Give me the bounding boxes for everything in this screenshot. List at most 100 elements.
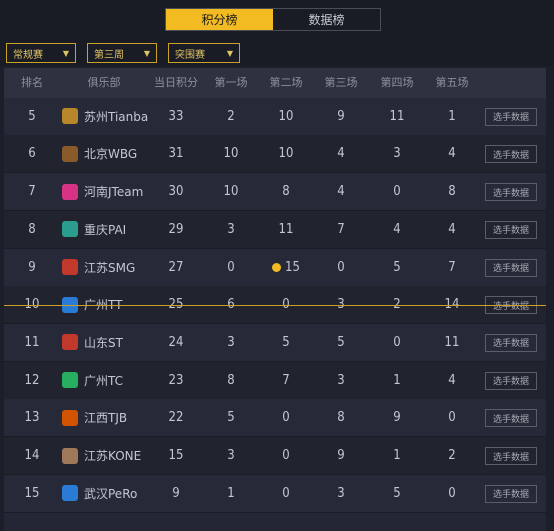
filter-bar <box>0 38 554 66</box>
tab-points[interactable]: 积分榜 <box>166 9 273 30</box>
team-name: 武汉PeRo <box>84 486 138 501</box>
week-label: 第三周 <box>94 49 124 61</box>
tab-data[interactable]: 数据榜 <box>273 9 380 30</box>
cell-g3: 9 <box>337 108 345 124</box>
team-cell: 武汉PeRo <box>62 475 137 512</box>
table-row: 15 9 1 0 3 5 0 武汉PeRo 选手数据 <box>4 474 546 513</box>
player-data-button[interactable]: 选手数据 <box>485 107 537 126</box>
cell-g2-value: 15 <box>285 259 300 275</box>
player-data-button[interactable]: 选手数据 <box>485 371 537 390</box>
cell-g4: 5 <box>393 259 401 275</box>
team-cell: 山东ST <box>62 324 123 361</box>
header-g1: 第一场 <box>214 76 248 89</box>
header-g3: 第三场 <box>324 76 358 89</box>
board-tabs: 积分榜 数据榜 <box>165 8 381 31</box>
player-data-button[interactable]: 选手数据 <box>485 447 537 465</box>
group-dropdown[interactable]: 突围赛 ▼ <box>168 43 240 63</box>
table-row: 11 24 3 5 5 0 11 山东ST 选手数据 <box>4 323 546 362</box>
player-data-button[interactable]: 选手数据 <box>485 333 537 352</box>
table-row: 8 29 3 11 7 4 4 重庆PAI 选手数据 <box>4 210 546 249</box>
cell-g5: 7 <box>448 259 456 275</box>
cell-g5: 11 <box>444 334 460 350</box>
player-data-button[interactable]: 选手数据 <box>485 220 537 239</box>
cell-g5: 0 <box>448 485 456 501</box>
cell-today: 29 <box>168 221 184 237</box>
cell-g2: 0 <box>282 448 290 463</box>
week-dropdown[interactable]: 第三周 ▼ <box>87 43 157 63</box>
team-name: 山东ST <box>84 335 123 350</box>
team-name: 苏州Tianba <box>84 109 149 124</box>
team-cell: 苏州Tianba <box>62 98 148 135</box>
team-name: 江苏SMG <box>84 260 136 275</box>
table-row: 9 27 0 15 0 5 7 江苏SMG 选手数据 <box>4 248 546 287</box>
team-name: 重庆PAI <box>84 222 127 237</box>
cell-g4: 0 <box>393 334 401 350</box>
cell-g1: 2 <box>227 108 235 124</box>
team-name: 广州TC <box>84 373 124 388</box>
chevron-down-icon: ▼ <box>143 48 150 58</box>
group-label: 突围赛 <box>175 49 205 61</box>
cell-rank: 14 <box>24 448 40 463</box>
header-today: 当日积分 <box>154 76 198 89</box>
team-logo-icon <box>62 108 78 125</box>
table-row: 14 15 3 0 9 1 2 江苏KONE 选手数据 <box>4 437 546 475</box>
cell-g3: 8 <box>337 410 345 426</box>
team-logo-icon <box>62 334 78 351</box>
cell-g1: 3 <box>227 221 235 237</box>
cell-g3: 0 <box>337 259 345 275</box>
cell-g2: 0 <box>282 485 290 501</box>
cell-today: 15 <box>168 448 184 463</box>
cell-g5: 0 <box>448 410 456 426</box>
standings-table: 441741578东莞ACT选手数据5332109111苏州Tianba选手数据… <box>4 68 546 531</box>
cell-g3: 7 <box>337 221 345 237</box>
team-cell: 广州TC <box>62 362 123 399</box>
cell-g3: 9 <box>337 448 345 463</box>
team-cell: 河南JTeam <box>62 173 143 210</box>
cell-today: 24 <box>168 334 184 350</box>
cell-rank: 11 <box>24 334 40 350</box>
qualification-line <box>4 305 546 306</box>
player-data-button[interactable]: 选手数据 <box>485 409 537 428</box>
season-dropdown[interactable]: 常规赛 ▼ <box>6 43 76 63</box>
cell-g2: 10 <box>278 108 294 124</box>
header-g2: 第二场 <box>269 76 303 89</box>
cell-g5: 4 <box>448 221 456 237</box>
cell-g1: 0 <box>227 259 235 275</box>
player-data-button[interactable]: 选手数据 <box>485 484 537 503</box>
cell-g2: 11 <box>278 221 294 237</box>
player-data-button[interactable]: 选手数据 <box>485 145 537 164</box>
cell-g1: 10 <box>223 184 239 200</box>
cell-g5: 4 <box>448 146 456 162</box>
cell-g2: 7 <box>282 372 290 388</box>
cell-g2: 8 <box>282 184 290 200</box>
team-logo-icon <box>62 259 78 275</box>
cell-rank: 6 <box>28 146 36 162</box>
cell-rank: 15 <box>24 485 40 501</box>
cell-g4: 0 <box>393 184 401 200</box>
cell-g3: 4 <box>337 146 345 162</box>
team-logo-icon <box>62 485 78 502</box>
cell-g4: 9 <box>393 410 401 426</box>
cell-g2: 0 <box>282 410 290 426</box>
team-logo-icon <box>62 447 78 464</box>
cell-g1: 3 <box>227 334 235 350</box>
team-cell: 江西TJB <box>62 399 127 436</box>
team-logo-icon <box>62 145 78 162</box>
player-data-button[interactable]: 选手数据 <box>485 183 537 202</box>
player-data-button[interactable]: 选手数据 <box>485 258 537 277</box>
cell-rank: 13 <box>24 410 40 426</box>
cell-rank: 9 <box>28 259 36 275</box>
header-g5: 第五场 <box>435 76 469 89</box>
team-cell: 重庆PAI <box>62 211 126 248</box>
cell-g1: 5 <box>227 410 235 426</box>
chevron-down-icon: ▼ <box>226 48 233 58</box>
team-name: 江苏KONE <box>84 449 142 463</box>
table-header: 排名 俱乐部 当日积分 第一场 第二场 第三场 第四场 第五场 <box>4 68 546 98</box>
cell-today: 27 <box>168 259 184 275</box>
header-rank: 排名 <box>21 76 43 89</box>
cell-g1: 8 <box>227 372 235 388</box>
cell-g2: 10 <box>278 146 294 162</box>
team-cell: 北京WBG <box>62 135 137 172</box>
cell-rank: 8 <box>28 221 36 237</box>
team-logo-icon <box>62 183 78 200</box>
